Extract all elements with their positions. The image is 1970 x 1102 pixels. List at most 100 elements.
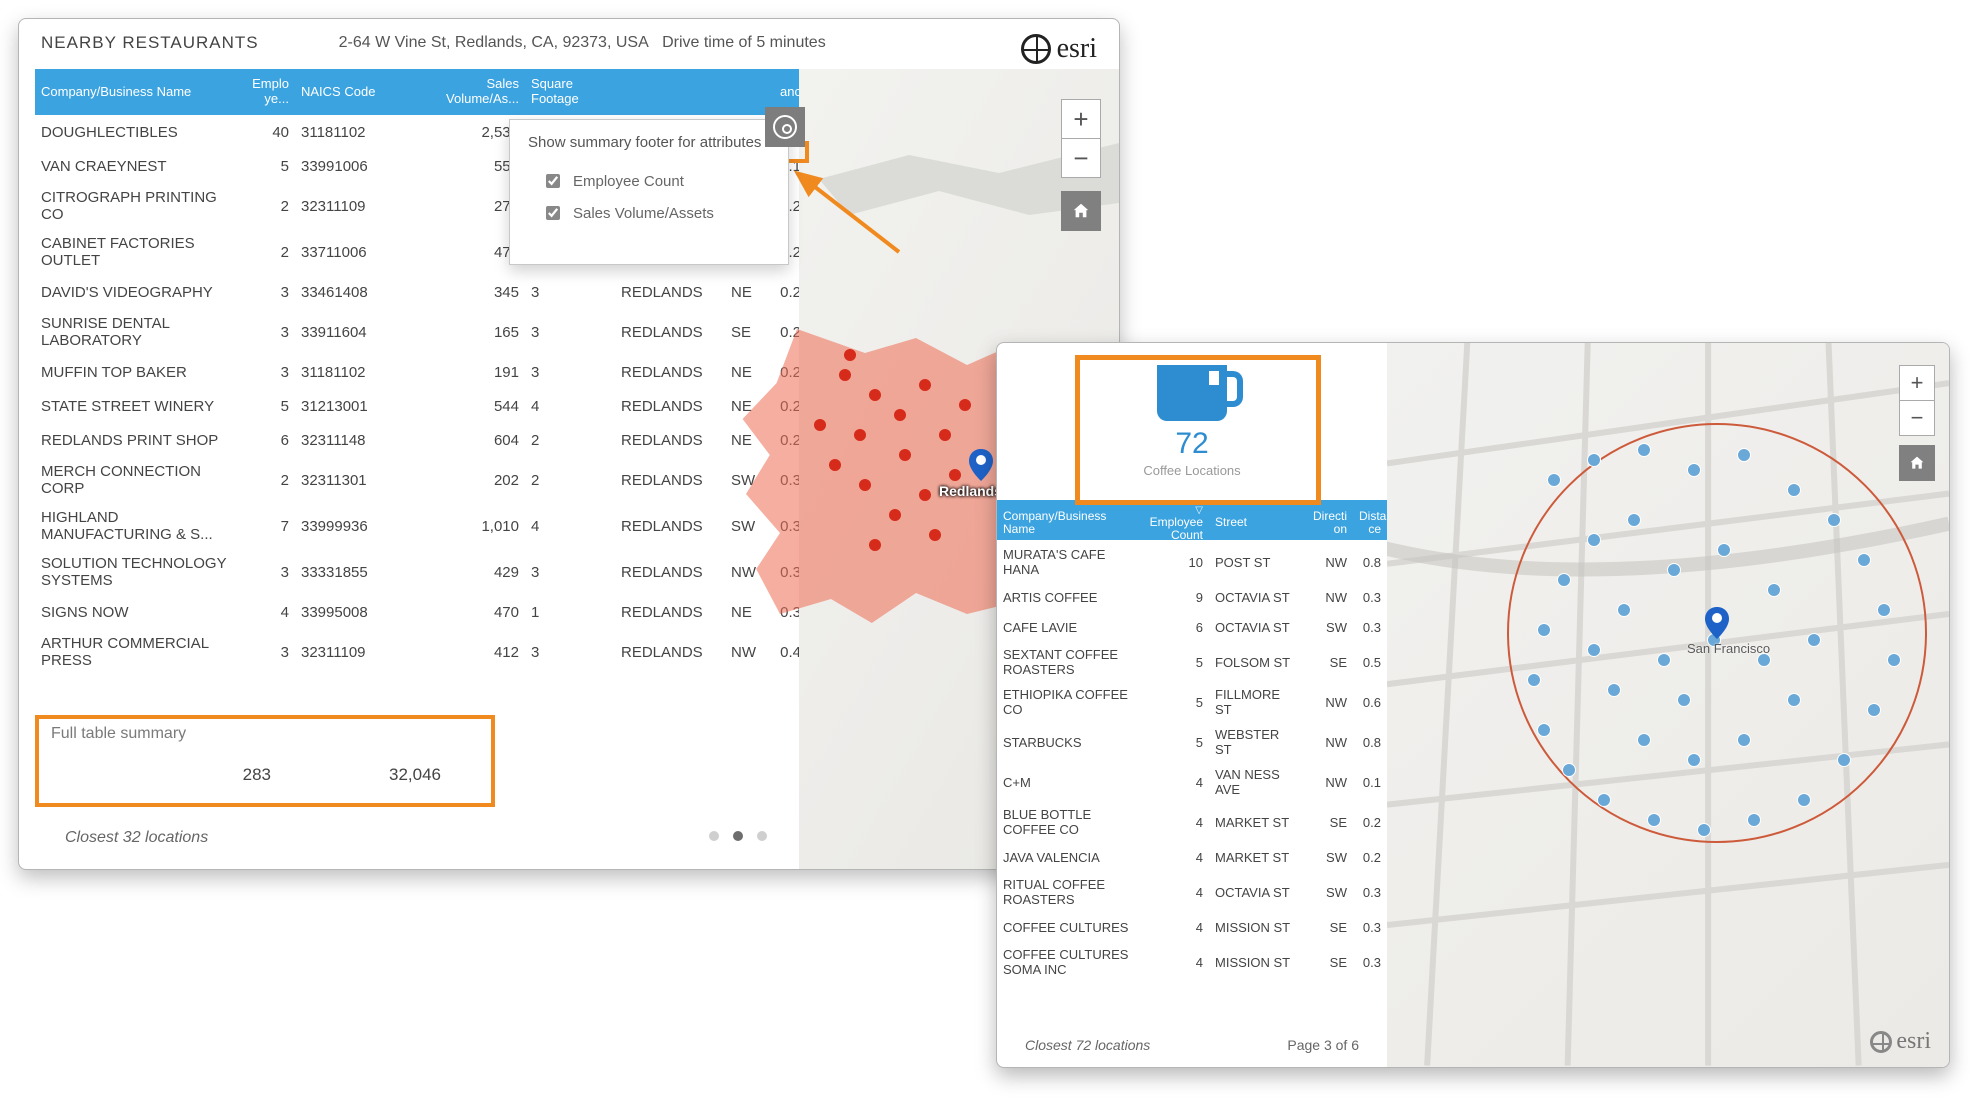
map-point[interactable]	[919, 379, 931, 391]
table-row[interactable]: BLUE BOTTLE COFFEE CO4MARKET STSE0.2	[997, 802, 1387, 842]
table-row[interactable]: COFFEE CULTURES4MISSION STSE0.3	[997, 912, 1387, 942]
pager-dots[interactable]	[709, 831, 767, 841]
col-naics[interactable]: NAICS Code	[295, 81, 405, 104]
map-point[interactable]	[1867, 703, 1881, 717]
table-row[interactable]: SEXTANT COFFEE ROASTERS5FOLSOM STSE0.5	[997, 642, 1387, 682]
col-employees[interactable]: Emplo ye...	[235, 73, 295, 111]
map-point[interactable]	[919, 489, 931, 501]
home-button[interactable]	[1899, 445, 1935, 481]
map-point[interactable]	[1562, 763, 1576, 777]
map-point[interactable]	[949, 469, 961, 481]
map-point[interactable]	[1857, 553, 1871, 567]
checkbox-employee-count[interactable]	[546, 174, 560, 188]
pager-dot-3[interactable]	[757, 831, 767, 841]
map-point[interactable]	[1537, 723, 1551, 737]
map-point[interactable]	[1587, 643, 1601, 657]
table-row[interactable]: STARBUCKS5WEBSTER STNW0.8	[997, 722, 1387, 762]
map-point[interactable]	[829, 459, 841, 471]
map-point[interactable]	[959, 399, 971, 411]
map-point[interactable]	[1837, 753, 1851, 767]
map-point[interactable]	[1677, 693, 1691, 707]
table-row[interactable]: RITUAL COFFEE ROASTERS4OCTAVIA STSW0.3	[997, 872, 1387, 912]
p2-col-street[interactable]: Street	[1209, 513, 1305, 532]
map-point[interactable]	[1877, 603, 1891, 617]
map-point[interactable]	[1687, 753, 1701, 767]
settings-gear-button[interactable]	[765, 107, 805, 147]
map-point[interactable]	[1737, 733, 1751, 747]
map-point[interactable]	[1597, 793, 1611, 807]
zoom-in-button[interactable]: +	[1899, 365, 1935, 401]
map-point[interactable]	[1737, 448, 1751, 462]
map-point[interactable]	[869, 539, 881, 551]
map-point[interactable]	[1787, 693, 1801, 707]
table-row[interactable]: HIGHLAND MANUFACTURING & S...7339999361,…	[35, 503, 799, 549]
map-point[interactable]	[1697, 823, 1711, 837]
map-point[interactable]	[1667, 563, 1681, 577]
map-point[interactable]	[889, 509, 901, 521]
table-row[interactable]: JAVA VALENCIA4MARKET STSW0.2	[997, 842, 1387, 872]
map-point[interactable]	[1617, 603, 1631, 617]
pager-dot-2[interactable]	[733, 831, 743, 841]
map-point[interactable]	[1587, 453, 1601, 467]
map-point[interactable]	[854, 429, 866, 441]
map-point[interactable]	[814, 419, 826, 431]
col-sqft[interactable]: Square Footage	[525, 73, 615, 111]
table-row[interactable]: REDLANDS PRINT SHOP6323111486042REDLANDS…	[35, 423, 799, 457]
map-point[interactable]	[1767, 583, 1781, 597]
map-point[interactable]	[1827, 513, 1841, 527]
map-point[interactable]	[1527, 673, 1541, 687]
col-sales[interactable]: Sales Volume/As...	[405, 73, 525, 111]
map-point[interactable]	[1887, 653, 1901, 667]
settings-opt-employee-count[interactable]: Employee Count	[528, 165, 770, 197]
table-row[interactable]: MUFFIN TOP BAKER3311811021913REDLANDSNE0…	[35, 355, 799, 389]
map-point[interactable]	[929, 529, 941, 541]
map-point[interactable]	[899, 449, 911, 461]
map-point[interactable]	[1587, 533, 1601, 547]
map-point[interactable]	[939, 429, 951, 441]
map-center-pin[interactable]	[1705, 607, 1729, 639]
map-point[interactable]	[1717, 543, 1731, 557]
home-button[interactable]	[1061, 191, 1101, 231]
map-point[interactable]	[1557, 573, 1571, 587]
table-row[interactable]: MERCH CONNECTION CORP2323113012022REDLAN…	[35, 457, 799, 503]
checkbox-sales-volume[interactable]	[546, 206, 560, 220]
p2-col-emp[interactable]: ▽ Employee Count	[1137, 500, 1209, 546]
table-row[interactable]: DAVID'S VIDEOGRAPHY3334614083453REDLANDS…	[35, 275, 799, 309]
map-point[interactable]	[1797, 793, 1811, 807]
map-point[interactable]	[1687, 463, 1701, 477]
map-point[interactable]	[1787, 483, 1801, 497]
map-center-pin[interactable]	[969, 449, 993, 481]
zoom-out-button[interactable]: −	[1899, 400, 1935, 436]
p2-col-dir[interactable]: Directi on	[1305, 507, 1353, 539]
col-city[interactable]	[615, 88, 725, 96]
col-dir[interactable]	[725, 88, 765, 96]
table-row[interactable]: SOLUTION TECHNOLOGY SYSTEMS3333318554293…	[35, 549, 799, 595]
map-point[interactable]	[1627, 513, 1641, 527]
map-point[interactable]	[1637, 733, 1651, 747]
map-point[interactable]	[1637, 443, 1651, 457]
map-point[interactable]	[844, 349, 856, 361]
map-point[interactable]	[1657, 653, 1671, 667]
table-row[interactable]: ARTIS COFFEE9OCTAVIA STNW0.3	[997, 582, 1387, 612]
map-point[interactable]	[869, 389, 881, 401]
map-point[interactable]	[1547, 473, 1561, 487]
pager-dot-1[interactable]	[709, 831, 719, 841]
panel2-map[interactable]: San Francisco + − esri	[1387, 343, 1949, 1067]
map-point[interactable]	[839, 369, 851, 381]
map-point[interactable]	[1537, 623, 1551, 637]
p2-col-company[interactable]: Company/Business Name	[997, 507, 1137, 539]
map-point[interactable]	[1607, 683, 1621, 697]
table-row[interactable]: CAFE LAVIE6OCTAVIA STSW0.3	[997, 612, 1387, 642]
table-row[interactable]: C+M4VAN NESS AVENW0.1	[997, 762, 1387, 802]
map-point[interactable]	[1647, 813, 1661, 827]
table-row[interactable]: STATE STREET WINERY5312130015444REDLANDS…	[35, 389, 799, 423]
table-row[interactable]: SIGNS NOW4339950084701REDLANDSNE0.3	[35, 595, 799, 629]
map-point[interactable]	[1807, 633, 1821, 647]
zoom-in-button[interactable]: +	[1061, 99, 1101, 139]
table-row[interactable]: COFFEE CULTURES SOMA INC4MISSION STSE0.3	[997, 942, 1387, 982]
map-point[interactable]	[1747, 813, 1761, 827]
map-point[interactable]	[859, 479, 871, 491]
zoom-out-button[interactable]: −	[1061, 138, 1101, 178]
table-row[interactable]: ARTHUR COMMERCIAL PRESS3323111094123REDL…	[35, 629, 799, 675]
table-row[interactable]: MURATA'S CAFE HANA10POST STNW0.8	[997, 542, 1387, 582]
